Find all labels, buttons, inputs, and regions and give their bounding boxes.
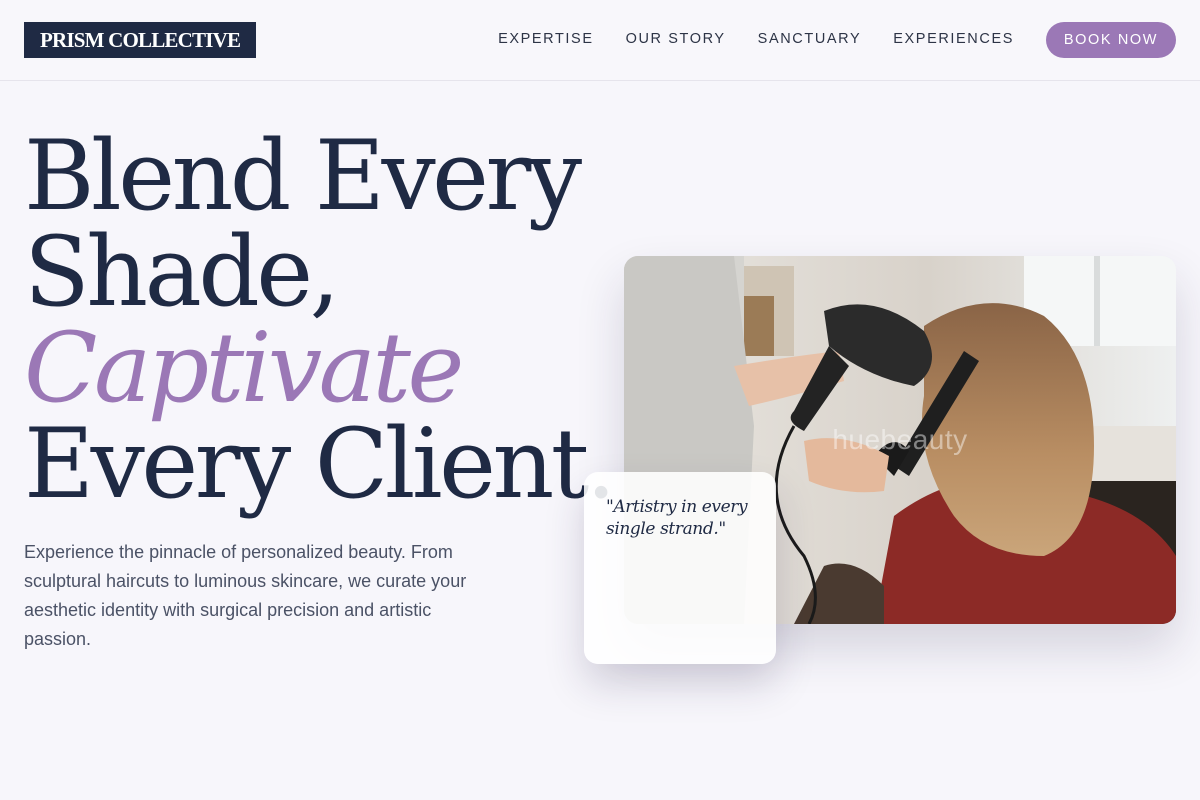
nav-link-sanctuary[interactable]: SANCTUARY (758, 31, 862, 47)
nav-link-experiences[interactable]: EXPERIENCES (893, 31, 1014, 47)
hero-description: Experience the pinnacle of personalized … (24, 542, 467, 649)
hero-headline-accent: Captivate (24, 312, 464, 424)
hero-headline-line: Shade, (24, 216, 340, 328)
nav-link-expertise[interactable]: EXPERTISE (498, 31, 594, 47)
site-header: PRISM COLLECTIVE EXPERTISE OUR STORY SAN… (0, 0, 1200, 81)
quote-text: "Artistry in every single strand." (606, 497, 748, 539)
nav-link-our-story[interactable]: OUR STORY (626, 31, 726, 47)
hero-headline-line: Blend Every (24, 120, 582, 232)
hero-headline-line: Every Client. (24, 408, 616, 520)
hero-headline: Blend Every Shade, Captivate Every Clien… (24, 128, 624, 512)
book-now-button[interactable]: BOOK NOW (1046, 22, 1176, 58)
photo-watermark: huebeauty (832, 424, 968, 455)
quote-card: "Artistry in every single strand." (584, 472, 776, 664)
main-nav: EXPERTISE OUR STORY SANCTUARY EXPERIENCE… (498, 31, 1014, 47)
brand-logo[interactable]: PRISM COLLECTIVE (24, 22, 257, 58)
